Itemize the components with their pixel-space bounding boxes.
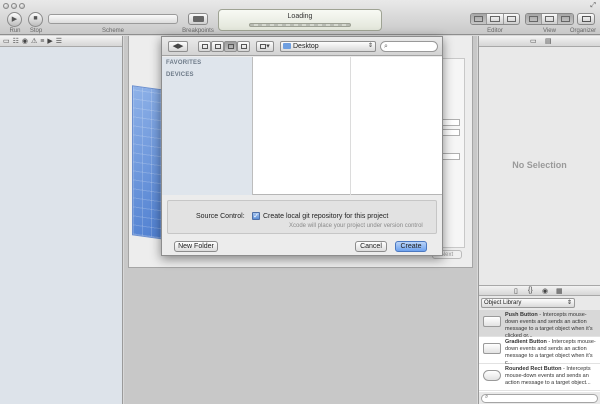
window-toolbar: ⤢ ▶ Run ■ Stop Scheme Breakpoints Loadin…	[0, 0, 600, 35]
file-template-library-icon[interactable]: ▯	[514, 287, 518, 295]
save-dialog: ◀▶ ▾ Desktop ⇕ ⌕ FAVORITES DEVICES Sourc…	[161, 36, 443, 256]
dialog-sidebar: FAVORITES DEVICES	[162, 57, 253, 195]
assistant-editor-icon[interactable]	[487, 14, 504, 24]
list-item[interactable]: Gradient Button - Intercepts mouse-down …	[479, 337, 600, 366]
git-subtext: Xcode will place your project under vers…	[289, 223, 423, 229]
stop-button[interactable]: ■	[28, 12, 43, 27]
file-browser: FAVORITES DEVICES	[162, 57, 442, 195]
push-button-thumbnail	[483, 316, 501, 327]
run-label: Run	[9, 28, 21, 34]
debug-area-toggle-icon[interactable]	[542, 14, 558, 24]
list-view-button[interactable]	[211, 41, 224, 52]
code-snippet-library-icon[interactable]: {}	[528, 287, 533, 294]
editor-segmented-control[interactable]	[470, 13, 520, 25]
library-select[interactable]: Object Library ⇕	[481, 298, 575, 308]
gradient-button-thumbnail	[483, 343, 501, 354]
column-view-button[interactable]	[224, 41, 237, 52]
list-item[interactable]: Rounded Rect Button - Intercepts mouse-d…	[479, 364, 600, 391]
column-divider[interactable]	[350, 57, 351, 195]
stop-label: Stop	[29, 28, 43, 34]
minimize-window-icon[interactable]	[11, 3, 17, 9]
standard-editor-icon[interactable]	[471, 14, 488, 24]
create-button[interactable]: Create	[395, 241, 427, 252]
run-button[interactable]: ▶	[7, 12, 22, 27]
source-control-options: Source Control: ✓ Create local git repos…	[167, 200, 437, 234]
cancel-button[interactable]: Cancel	[355, 241, 387, 252]
navigator-area: ▭ ☷ ◉ ⚠ ≡ ▶ ☰	[0, 36, 123, 404]
editor-label: Editor	[487, 28, 503, 34]
git-repository-checkbox[interactable]: ✓	[252, 212, 260, 220]
utilities-area: ▭ ▤ No Selection ▯ {} ◉ ▦ Object Library…	[478, 36, 600, 404]
item-name: Push Button	[505, 312, 538, 318]
navigator-tabs: ▭ ☷ ◉ ⚠ ≡ ▶ ☰	[0, 36, 122, 47]
cover-flow-button[interactable]	[237, 41, 250, 52]
symbol-navigator-icon[interactable]: ☷	[13, 37, 19, 45]
scheme-selector[interactable]	[48, 14, 178, 24]
search-icon: ⌕	[384, 43, 388, 50]
breakpoints-button[interactable]	[188, 13, 208, 25]
utilities-toggle-icon[interactable]	[558, 14, 573, 24]
file-inspector-icon[interactable]: ▭	[530, 37, 537, 45]
inspector-tabs: ▭ ▤	[479, 36, 600, 47]
activity-progress-bar	[249, 23, 351, 27]
icon-view-icon	[201, 43, 208, 49]
fullscreen-icon[interactable]: ⤢	[590, 2, 596, 10]
no-selection-text: No Selection	[512, 160, 567, 170]
favorites-header: FAVORITES	[166, 60, 202, 66]
media-library-icon[interactable]: ▦	[556, 287, 563, 295]
organizer-label: Organizer	[569, 28, 597, 34]
location-popup[interactable]: Desktop ⇕	[280, 41, 376, 52]
issue-navigator-icon[interactable]: ⚠	[31, 37, 37, 45]
activity-title: Loading	[287, 13, 313, 20]
list-view-icon	[214, 43, 221, 49]
breakpoint-icon	[193, 16, 204, 22]
view-segmented-control[interactable]	[525, 13, 574, 25]
filter-icon: ⌕	[485, 394, 489, 400]
organizer-icon	[582, 16, 591, 22]
navigator-toggle-icon[interactable]	[526, 14, 542, 24]
git-checkbox-label[interactable]: Create local git repository for this pro…	[263, 213, 388, 220]
search-navigator-icon[interactable]: ◉	[22, 37, 28, 45]
dialog-toolbar: ◀▶ ▾ Desktop ⇕ ⌕	[162, 37, 442, 56]
new-folder-button[interactable]: New Folder	[174, 241, 218, 252]
quick-help-icon[interactable]: ▤	[545, 37, 552, 45]
version-editor-icon[interactable]	[504, 14, 519, 24]
forward-arrow-icon[interactable]: ▶	[178, 43, 183, 50]
arrange-button[interactable]: ▾	[256, 41, 274, 52]
search-input[interactable]: ⌕	[380, 41, 438, 52]
popup-arrows-icon: ⇕	[566, 300, 572, 306]
stop-icon: ■	[33, 15, 38, 22]
source-control-label: Source Control:	[196, 213, 245, 220]
debug-navigator-icon[interactable]: ≡	[40, 37, 44, 45]
organizer-button[interactable]	[577, 13, 595, 25]
devices-header: DEVICES	[166, 72, 194, 78]
folder-icon	[283, 43, 291, 49]
scheme-label: Scheme	[101, 28, 124, 34]
log-navigator-icon[interactable]: ☰	[56, 37, 62, 45]
back-forward-buttons[interactable]: ◀▶	[168, 41, 188, 52]
project-navigator-icon[interactable]: ▭	[3, 37, 10, 45]
popup-arrows-icon: ⇕	[367, 43, 373, 49]
library-filter-input[interactable]: ⌕	[481, 394, 598, 403]
location-value: Desktop	[293, 43, 319, 50]
library-select-value: Object Library	[484, 300, 522, 306]
breakpoints-label: Breakpoints	[182, 28, 214, 34]
library-tabs: ▯ {} ◉ ▦	[479, 285, 600, 296]
rounded-rect-button-thumbnail	[483, 370, 501, 381]
cover-flow-icon	[240, 43, 247, 49]
object-library-list: Push Button - Intercepts mouse-down even…	[479, 310, 600, 392]
activity-viewer: Loading	[218, 9, 382, 31]
breakpoint-navigator-icon[interactable]: ▶	[47, 37, 52, 45]
column-view-icon	[227, 43, 234, 49]
icon-view-button[interactable]	[198, 41, 211, 52]
zoom-window-icon[interactable]	[19, 3, 25, 9]
item-name: Gradient Button	[505, 339, 547, 345]
close-window-icon[interactable]	[3, 3, 9, 9]
object-library-icon[interactable]: ◉	[542, 287, 548, 295]
play-icon: ▶	[11, 16, 18, 23]
arrange-icon	[260, 43, 267, 49]
list-item[interactable]: Push Button - Intercepts mouse-down even…	[479, 310, 600, 339]
item-name: Rounded Rect Button	[505, 366, 562, 372]
